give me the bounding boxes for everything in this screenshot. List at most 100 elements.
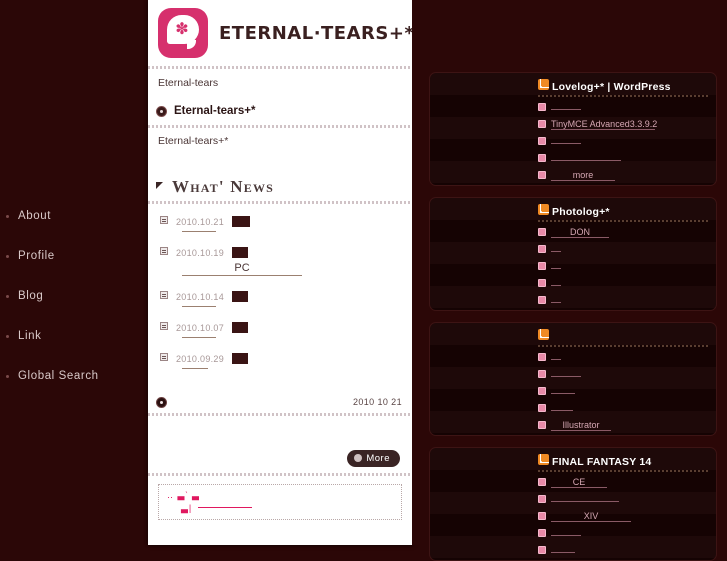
bullet-square-icon: [538, 228, 546, 236]
bullet-square-icon: [538, 387, 546, 395]
list-item[interactable]: CE: [538, 475, 710, 492]
article-header[interactable]: 2010 10 21: [148, 392, 412, 413]
widget-header: FINAL FANTASY 14: [430, 448, 716, 470]
sidebar-item-label: Blog: [18, 290, 44, 302]
widget-link[interactable]: [551, 393, 575, 394]
widget-title: Photolog+*: [552, 206, 610, 218]
list-item[interactable]: [538, 276, 710, 293]
widget-photolog: Photolog+* DON: [429, 197, 717, 311]
breadcrumb[interactable]: Eternal-tears: [148, 69, 412, 89]
widget-link[interactable]: Illustrator: [551, 420, 611, 431]
widget-link[interactable]: [551, 143, 581, 144]
widget-header: Lovelog+* | WordPress: [430, 73, 716, 95]
widget-link[interactable]: [551, 535, 581, 536]
widget-link[interactable]: [551, 285, 561, 286]
widget-link[interactable]: [551, 109, 581, 110]
more-button-label: More: [366, 453, 390, 464]
bullet-square-icon: [538, 245, 546, 253]
list-item[interactable]: [538, 151, 710, 168]
sidebar-item-link[interactable]: Link: [0, 330, 148, 370]
page-title-text: Eternal-tears+*: [174, 105, 256, 117]
widget-link[interactable]: [551, 410, 573, 411]
widget-header: Photolog+*: [430, 198, 716, 220]
list-item[interactable]: DON: [538, 225, 710, 242]
list-item[interactable]: Illustrator: [538, 418, 710, 435]
list-item[interactable]: 2010.10.07: [160, 320, 402, 351]
widget-link-list: TinyMCE Advanced3.3.9.2 more: [430, 97, 716, 185]
list-item[interactable]: 2010.10.21: [160, 214, 402, 245]
bullet-square-icon: [538, 512, 546, 520]
widget-lovelog: Lovelog+* | WordPress TinyMCE Advanced3.…: [429, 72, 717, 186]
sidebar-item-profile[interactable]: Profile: [0, 250, 148, 290]
widget-link[interactable]: [551, 552, 575, 553]
widget-link[interactable]: [551, 376, 581, 377]
document-icon: [160, 291, 168, 299]
bullet-square-icon: [538, 546, 546, 554]
rss-icon: [538, 329, 549, 340]
news-title-redacted: [232, 216, 251, 228]
widget-link[interactable]: [551, 359, 561, 360]
news-title-redacted: [232, 322, 249, 334]
news-date: 2010.09.29: [176, 353, 225, 364]
widget-link[interactable]: CE: [551, 477, 607, 488]
widget-link[interactable]: [551, 251, 561, 252]
rss-icon: [538, 454, 549, 465]
list-item[interactable]: [538, 526, 710, 543]
section-title-whats-news: What' News: [148, 177, 412, 201]
bullet-square-icon: [538, 171, 546, 179]
widget-link[interactable]: [551, 160, 621, 161]
list-item[interactable]: [538, 367, 710, 384]
list-item[interactable]: [538, 492, 710, 509]
quote-box: ‥ ▃‵ ▃ ▃|: [158, 484, 402, 520]
news-subtitle: [182, 231, 216, 232]
quote-line-2-text: ▃|: [181, 503, 196, 513]
divider: [148, 201, 412, 204]
bullet-square-icon: [538, 495, 546, 503]
sidebar-item-about[interactable]: About: [0, 210, 148, 250]
news-date: 2010.10.14: [176, 291, 225, 302]
widget-header: [430, 323, 716, 345]
widget-link[interactable]: [551, 501, 619, 502]
sidebar-item-global-search[interactable]: Global Search: [0, 370, 148, 410]
widget-link-list: DON: [430, 222, 716, 310]
list-item[interactable]: [538, 259, 710, 276]
sidebar-item-blog[interactable]: Blog: [0, 290, 148, 330]
main-content-column: ✽ ETERNAL·TEARS+* Eternal-tears Eternal-…: [148, 0, 412, 545]
list-item[interactable]: [538, 350, 710, 367]
list-item[interactable]: [538, 543, 710, 560]
page-title: Eternal-tears+*: [148, 89, 412, 125]
list-item[interactable]: more: [538, 168, 710, 185]
widget-title: FINAL FANTASY 14: [552, 456, 652, 468]
news-title-redacted: [232, 247, 249, 259]
list-item[interactable]: TinyMCE Advanced3.3.9.2: [538, 117, 710, 134]
list-item[interactable]: 2010.10.14: [160, 289, 402, 320]
widget-link[interactable]: [551, 268, 561, 269]
widget-link[interactable]: DON: [551, 227, 609, 238]
document-icon: [160, 247, 168, 255]
list-item[interactable]: [538, 293, 710, 310]
divider: [148, 473, 412, 476]
nav-list: About Profile Blog Link Global Search: [0, 0, 148, 410]
more-button[interactable]: More: [347, 450, 400, 467]
list-item[interactable]: [538, 100, 710, 117]
list-item[interactable]: XIV: [538, 509, 710, 526]
site-logo-icon[interactable]: ✽: [158, 8, 208, 58]
list-item[interactable]: 2010.09.29: [160, 351, 402, 382]
bullet-square-icon: [538, 279, 546, 287]
bullet-square-icon: [538, 120, 546, 128]
widget-link[interactable]: [551, 302, 561, 303]
list-item[interactable]: 2010.10.19 PC: [160, 245, 402, 289]
news-list: 2010.10.21 2010.10.19 PC 2010.10.14 2010…: [148, 204, 412, 386]
widget-link[interactable]: XIV: [551, 511, 631, 522]
list-item[interactable]: [538, 401, 710, 418]
widget-link[interactable]: TinyMCE Advanced3.3.9.2: [551, 119, 657, 130]
bullet-square-icon: [538, 296, 546, 304]
list-item[interactable]: [538, 384, 710, 401]
widget-link[interactable]: more: [551, 170, 615, 181]
list-item[interactable]: [538, 134, 710, 151]
sidebar-item-label: Profile: [18, 250, 55, 262]
list-item[interactable]: [538, 242, 710, 259]
divider: [148, 125, 412, 128]
news-subtitle: [182, 368, 208, 369]
news-date: 2010.10.21: [176, 216, 225, 227]
